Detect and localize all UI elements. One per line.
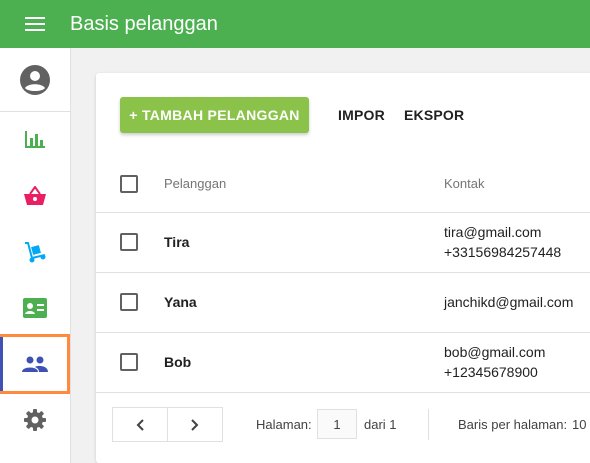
sidebar-item-delivery[interactable] xyxy=(0,222,70,282)
next-page-button[interactable] xyxy=(167,407,223,442)
customer-phone: +33156984257448 xyxy=(444,244,562,260)
shopping-basket-icon xyxy=(24,186,46,205)
sidebar-item-settings[interactable] xyxy=(0,390,70,450)
chevron-left-icon xyxy=(136,418,144,431)
account-circle-icon xyxy=(20,65,50,95)
rows-per-page-label: Baris per halaman: xyxy=(458,417,568,432)
customer-contact: janchikd@gmail.com xyxy=(444,292,573,312)
page-total-label: dari 1 xyxy=(364,417,397,432)
people-icon xyxy=(22,356,48,372)
dolly-icon xyxy=(25,242,46,263)
customer-contact: bob@gmail.com +12345678900 xyxy=(444,342,545,382)
chevron-right-icon xyxy=(191,418,199,431)
sidebar xyxy=(0,48,71,463)
row-divider xyxy=(96,212,590,213)
customer-email: janchikd@gmail.com xyxy=(444,294,574,310)
export-button[interactable]: EKSPOR xyxy=(404,97,464,133)
hamburger-menu-icon xyxy=(25,17,45,31)
sidebar-item-account[interactable] xyxy=(0,50,70,110)
row-divider xyxy=(96,332,590,333)
customer-phone: +12345678900 xyxy=(444,364,538,380)
customer-email: bob@gmail.com xyxy=(444,344,546,360)
customer-contact: tira@gmail.com +33156984257448 xyxy=(444,222,561,262)
customer-name: Yana xyxy=(164,294,197,310)
customer-name: Tira xyxy=(164,234,190,250)
customer-email: tira@gmail.com xyxy=(444,224,542,240)
column-header-contact[interactable]: Kontak xyxy=(444,176,484,191)
menu-button[interactable] xyxy=(0,0,70,48)
row-checkbox[interactable] xyxy=(120,293,138,311)
gear-icon xyxy=(24,409,46,431)
add-customer-button[interactable]: + TAMBAH PELANGGAN xyxy=(120,97,309,133)
row-checkbox[interactable] xyxy=(120,353,138,371)
sidebar-item-sales[interactable] xyxy=(0,166,70,226)
row-checkbox[interactable] xyxy=(120,233,138,251)
column-header-customer[interactable]: Pelanggan xyxy=(164,176,226,191)
bar-chart-icon xyxy=(25,131,45,148)
import-button[interactable]: IMPOR xyxy=(338,97,385,133)
row-divider xyxy=(96,272,590,273)
select-all-checkbox[interactable] xyxy=(120,175,138,193)
page-title: Basis pelanggan xyxy=(70,12,218,35)
pagination-divider xyxy=(428,409,429,440)
row-divider xyxy=(96,392,590,393)
app-bar: Basis pelanggan xyxy=(0,0,590,48)
page-number-input[interactable] xyxy=(317,409,357,439)
page-label: Halaman: xyxy=(256,417,312,432)
previous-page-button[interactable] xyxy=(112,407,168,442)
contact-card-icon xyxy=(23,298,47,318)
customer-name: Bob xyxy=(164,354,192,370)
rows-per-page-select[interactable]: 10 xyxy=(572,417,586,432)
sidebar-item-reports[interactable] xyxy=(0,109,70,169)
sidebar-item-contacts[interactable] xyxy=(0,278,70,338)
customer-list-card: + TAMBAH PELANGGAN IMPOR EKSPOR Pelangga… xyxy=(96,73,590,463)
sidebar-item-customers[interactable] xyxy=(0,334,70,394)
